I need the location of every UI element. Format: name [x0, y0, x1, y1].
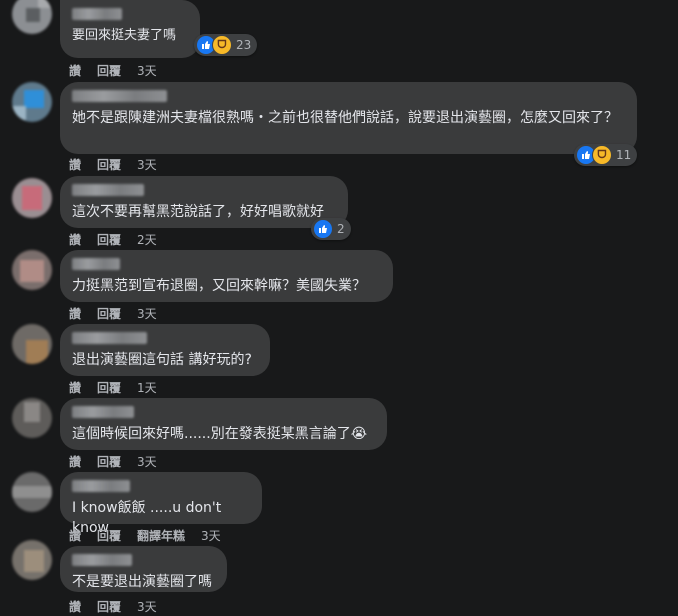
- comment-text: 這次不要再幫黑范說話了，好好唱歌就好: [72, 204, 324, 220]
- like-button[interactable]: 讚: [69, 231, 81, 248]
- avatar[interactable]: [12, 540, 52, 580]
- like-button[interactable]: 讚: [69, 527, 81, 544]
- comment-text: 不是要退出演藝圈了嗎: [72, 574, 212, 590]
- comment-text: 力挺黑范到宣布退圈，又回來幹嘛？美國失業？: [72, 278, 366, 294]
- like-button[interactable]: 讚: [69, 62, 81, 79]
- comment-text: 退出演藝圈這句話 講好玩的?: [72, 352, 252, 368]
- comment-bubble: 不是要退出演藝圈了嗎: [60, 546, 227, 592]
- comment-text: 這個時候回來好嗎......別在發表挺某黑言論了😭: [72, 426, 368, 442]
- timestamp[interactable]: 3天: [137, 453, 157, 470]
- reaction-count: 2: [337, 222, 345, 236]
- author-name[interactable]: [72, 258, 120, 270]
- timestamp[interactable]: 3天: [137, 305, 157, 322]
- comment-text: 她不是跟陳建洲夫妻檔很熟嗎・之前也很替他們說話，說要退出演藝圈，怎麼又回來了？: [72, 110, 618, 126]
- timestamp[interactable]: 3天: [137, 156, 157, 173]
- reply-button[interactable]: 回覆: [97, 598, 121, 615]
- timestamp[interactable]: 3天: [201, 527, 221, 544]
- comment-bubble: 這次不要再幫黑范說話了，好好唱歌就好: [60, 176, 348, 228]
- author-name[interactable]: [72, 8, 122, 20]
- like-button[interactable]: 讚: [69, 379, 81, 396]
- avatar[interactable]: [12, 324, 52, 364]
- avatar[interactable]: [12, 472, 52, 512]
- reaction-summary[interactable]: ᗜ 11: [574, 144, 638, 166]
- avatar[interactable]: [12, 82, 52, 122]
- reaction-summary[interactable]: 2: [311, 218, 351, 240]
- reaction-count: 23: [236, 38, 252, 52]
- author-name[interactable]: [72, 406, 134, 418]
- author-name[interactable]: [72, 554, 132, 566]
- haha-icon: ᗜ: [212, 35, 232, 55]
- avatar[interactable]: [12, 0, 52, 34]
- comment-bubble: 要回來挺夫妻了嗎: [60, 0, 200, 58]
- timestamp[interactable]: 3天: [137, 598, 157, 615]
- comment-text: 要回來挺夫妻了嗎: [72, 28, 177, 43]
- reaction-summary[interactable]: ᗜ 23: [194, 34, 258, 56]
- like-icon: [313, 219, 333, 239]
- avatar[interactable]: [12, 398, 52, 438]
- reply-button[interactable]: 回覆: [97, 156, 121, 173]
- translate-button[interactable]: 翻譯年糕: [137, 527, 185, 544]
- comment-bubble: 這個時候回來好嗎......別在發表挺某黑言論了😭: [60, 398, 387, 450]
- comment-bubble: 她不是跟陳建洲夫妻檔很熟嗎・之前也很替他們說話，說要退出演藝圈，怎麼又回來了？: [60, 82, 637, 154]
- comment-bubble: 退出演藝圈這句話 講好玩的?: [60, 324, 270, 376]
- reaction-count: 11: [616, 148, 632, 162]
- like-button[interactable]: 讚: [69, 598, 81, 615]
- avatar[interactable]: [12, 250, 52, 290]
- reply-button[interactable]: 回覆: [97, 379, 121, 396]
- reply-button[interactable]: 回覆: [97, 453, 121, 470]
- reply-button[interactable]: 回覆: [97, 231, 121, 248]
- reply-button[interactable]: 回覆: [97, 527, 121, 544]
- timestamp[interactable]: 2天: [137, 231, 157, 248]
- haha-icon: ᗜ: [592, 145, 612, 165]
- author-name[interactable]: [72, 184, 144, 196]
- comment-bubble: 力挺黑范到宣布退圈，又回來幹嘛？美國失業？: [60, 250, 393, 302]
- author-name[interactable]: [72, 332, 147, 344]
- reply-button[interactable]: 回覆: [97, 305, 121, 322]
- reply-button[interactable]: 回覆: [97, 62, 121, 79]
- crying-face-icon: 😭: [350, 426, 368, 442]
- comment-bubble: I know飯飯 .....u don't know: [60, 472, 262, 536]
- avatar[interactable]: [12, 178, 52, 218]
- like-button[interactable]: 讚: [69, 305, 81, 322]
- timestamp[interactable]: 1天: [137, 379, 157, 396]
- timestamp[interactable]: 3天: [137, 62, 157, 79]
- author-name[interactable]: [72, 480, 130, 492]
- like-button[interactable]: 讚: [69, 156, 81, 173]
- author-name[interactable]: [72, 90, 167, 102]
- like-button[interactable]: 讚: [69, 453, 81, 470]
